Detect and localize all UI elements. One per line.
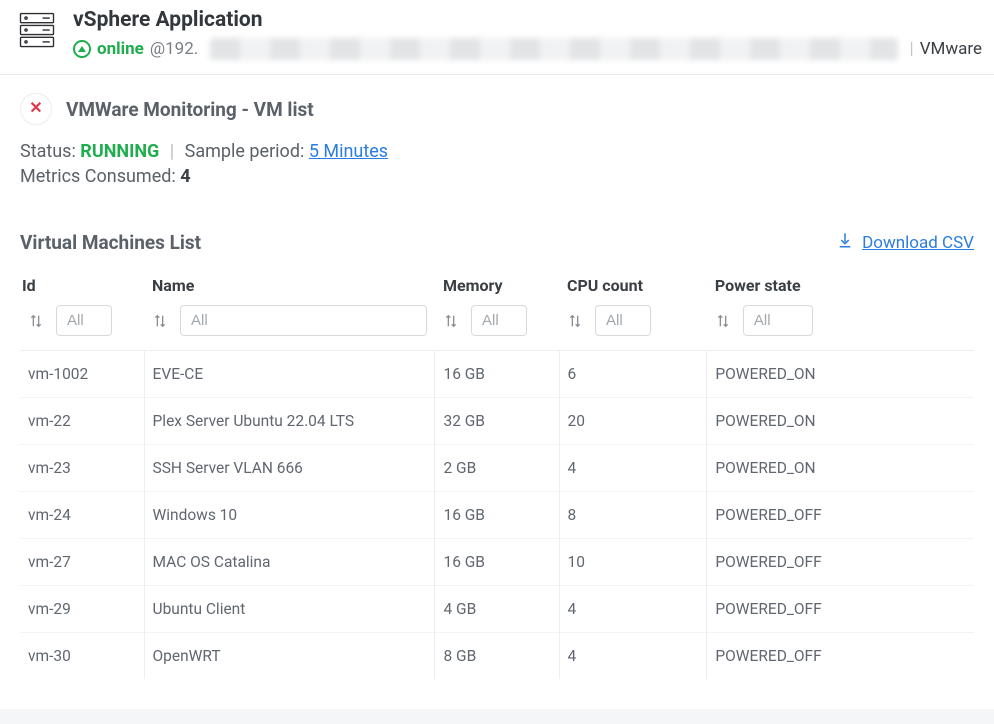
col-header-name: Name (144, 268, 435, 299)
cell-name: Ubuntu Client (144, 586, 435, 633)
cell-name: Plex Server Ubuntu 22.04 LTS (144, 398, 435, 445)
status-line: Status: RUNNING | Sample period: 5 Minut… (20, 141, 974, 162)
cell-power: POWERED_OFF (707, 539, 974, 586)
sort-cpu-button[interactable] (567, 313, 583, 329)
cell-power: POWERED_ON (707, 445, 974, 492)
filter-memory-input[interactable] (471, 305, 527, 336)
cell-power: POWERED_OFF (707, 633, 974, 680)
status-up-icon (73, 40, 91, 58)
cell-name: EVE-CE (144, 351, 435, 398)
vm-list-title: Virtual Machines List (20, 231, 201, 254)
vm-table: Id Name Memory CPU count Power state (20, 268, 974, 679)
cell-id: vm-22 (20, 398, 144, 445)
table-header-row: Id Name Memory CPU count Power state (20, 268, 974, 299)
col-header-id: Id (20, 268, 144, 299)
table-row[interactable]: vm-29Ubuntu Client4 GB4POWERED_OFF (20, 586, 974, 633)
table-row[interactable]: vm-24Windows 1016 GB8POWERED_OFF (20, 492, 974, 539)
cell-cpu: 10 (559, 539, 707, 586)
cell-id: vm-27 (20, 539, 144, 586)
divider: | (910, 39, 914, 59)
cell-id: vm-23 (20, 445, 144, 492)
filter-name-input[interactable] (180, 305, 427, 336)
status-text: online (97, 39, 144, 59)
cell-name: OpenWRT (144, 633, 435, 680)
cell-cpu: 20 (559, 398, 707, 445)
table-filter-row (20, 299, 974, 351)
table-row[interactable]: vm-1002EVE-CE16 GB6POWERED_ON (20, 351, 974, 398)
col-header-memory: Memory (435, 268, 559, 299)
metrics-label: Metrics Consumed: (20, 166, 180, 187)
cell-name: MAC OS Catalina (144, 539, 435, 586)
sort-name-button[interactable] (152, 313, 168, 329)
cell-memory: 4 GB (435, 586, 559, 633)
sample-period-label: Sample period: (185, 141, 309, 162)
sample-period-link[interactable]: 5 Minutes (309, 141, 388, 162)
cell-cpu: 6 (559, 351, 707, 398)
cell-name: SSH Server VLAN 666 (144, 445, 435, 492)
cell-memory: 16 GB (435, 539, 559, 586)
cell-id: vm-24 (20, 492, 144, 539)
filter-power-input[interactable] (743, 305, 813, 336)
cell-power: POWERED_OFF (707, 586, 974, 633)
host-address: @192. (150, 39, 198, 59)
table-row[interactable]: vm-22Plex Server Ubuntu 22.04 LTS32 GB20… (20, 398, 974, 445)
cell-id: vm-29 (20, 586, 144, 633)
cell-power: POWERED_ON (707, 351, 974, 398)
filter-cpu-input[interactable] (595, 305, 651, 336)
cell-id: vm-1002 (20, 351, 144, 398)
cell-power: POWERED_ON (707, 398, 974, 445)
redacted-info (210, 38, 897, 60)
cell-memory: 16 GB (435, 492, 559, 539)
app-header: vSphere Application online @192. | VMwar… (0, 0, 994, 75)
server-icon (15, 8, 59, 56)
filter-id-input[interactable] (56, 305, 112, 336)
download-csv-label: Download CSV (862, 233, 974, 253)
cell-memory: 16 GB (435, 351, 559, 398)
cell-memory: 8 GB (435, 633, 559, 680)
table-row[interactable]: vm-30OpenWRT8 GB4POWERED_OFF (20, 633, 974, 680)
download-csv-link[interactable]: Download CSV (836, 231, 974, 254)
app-title: vSphere Application (73, 8, 982, 32)
metrics-line: Metrics Consumed: 4 (20, 166, 974, 187)
close-button[interactable]: ✕ (20, 93, 52, 125)
download-icon (836, 231, 854, 254)
panel-title: VMWare Monitoring - VM list (66, 98, 314, 121)
metrics-value: 4 (180, 166, 190, 187)
cell-memory: 32 GB (435, 398, 559, 445)
vendor-label: VMware (920, 39, 982, 59)
status-value: RUNNING (80, 141, 159, 162)
cell-cpu: 4 (559, 633, 707, 680)
cell-cpu: 4 (559, 445, 707, 492)
cell-name: Windows 10 (144, 492, 435, 539)
sort-power-button[interactable] (715, 313, 731, 329)
col-header-cpu: CPU count (559, 268, 707, 299)
cell-memory: 2 GB (435, 445, 559, 492)
sort-id-button[interactable] (28, 313, 44, 329)
sort-memory-button[interactable] (443, 313, 459, 329)
cell-id: vm-30 (20, 633, 144, 680)
table-row[interactable]: vm-23SSH Server VLAN 6662 GB4POWERED_ON (20, 445, 974, 492)
status-label: Status: (20, 141, 80, 162)
col-header-power: Power state (707, 268, 974, 299)
cell-power: POWERED_OFF (707, 492, 974, 539)
cell-cpu: 8 (559, 492, 707, 539)
table-row[interactable]: vm-27MAC OS Catalina16 GB10POWERED_OFF (20, 539, 974, 586)
cell-cpu: 4 (559, 586, 707, 633)
